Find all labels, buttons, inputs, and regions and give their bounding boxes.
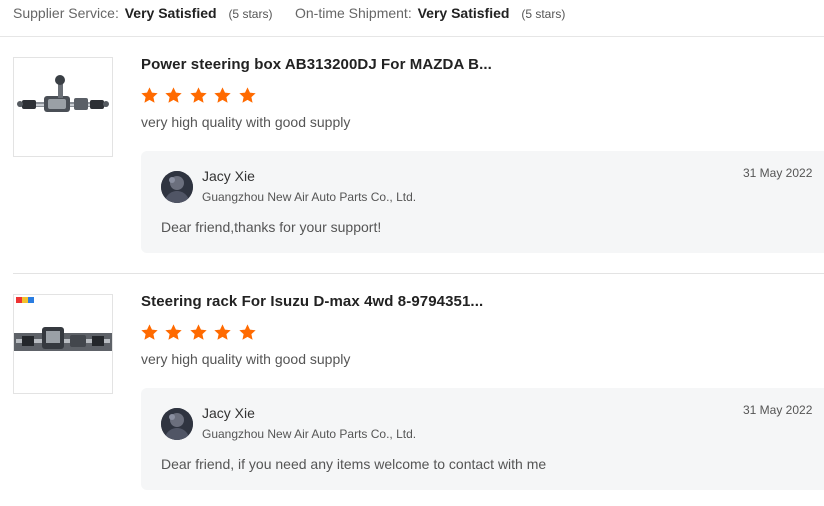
reply-date: 31 May 2022	[743, 403, 813, 417]
supplier-service-value: Very Satisfied	[124, 5, 217, 21]
star-icon	[213, 323, 232, 347]
reply-date: 31 May 2022	[743, 166, 813, 180]
reply-text: Dear friend,thanks for your support!	[161, 219, 382, 235]
reply-text: Dear friend, if you need any items welco…	[161, 456, 547, 472]
star-icon	[189, 323, 208, 347]
supplier-service-rating: Supplier Service: Very Satisfied (5 star…	[13, 5, 272, 21]
replier-company: Guangzhou New Air Auto Parts Co., Ltd.	[202, 427, 417, 441]
star-icon	[238, 323, 257, 347]
supplier-service-stars-note: (5 stars)	[228, 7, 273, 21]
steering-rack-image	[14, 295, 112, 393]
user-avatar-image	[161, 171, 193, 203]
star-icon	[164, 323, 183, 347]
user-avatar-image	[161, 408, 193, 440]
replier-name: Jacy Xie	[202, 405, 255, 421]
supplier-service-label: Supplier Service:	[13, 5, 119, 21]
replier-company: Guangzhou New Air Auto Parts Co., Ltd.	[202, 190, 417, 204]
avatar	[161, 408, 193, 440]
star-icon	[213, 86, 232, 110]
steering-rack-image	[14, 58, 112, 156]
product-thumbnail[interactable]	[13, 57, 113, 157]
star-icon	[189, 86, 208, 110]
review-comment: very high quality with good supply	[141, 114, 351, 130]
product-title[interactable]: Power steering box AB313200DJ For MAZDA …	[141, 56, 492, 73]
star-icon	[164, 86, 183, 110]
shipment-value: Very Satisfied	[417, 5, 510, 21]
review-divider	[13, 273, 824, 274]
supplier-reply: Jacy Xie Guangzhou New Air Auto Parts Co…	[141, 388, 824, 490]
star-rating	[140, 323, 258, 343]
star-icon	[238, 86, 257, 110]
star-rating	[140, 86, 258, 106]
rating-summary: Supplier Service: Very Satisfied (5 star…	[0, 0, 824, 37]
shipment-stars-note: (5 stars)	[521, 7, 566, 21]
supplier-reply: Jacy Xie Guangzhou New Air Auto Parts Co…	[141, 151, 824, 253]
avatar	[161, 171, 193, 203]
replier-name: Jacy Xie	[202, 168, 255, 184]
shipment-rating: On-time Shipment: Very Satisfied (5 star…	[295, 5, 565, 21]
product-thumbnail[interactable]	[13, 294, 113, 394]
star-icon	[140, 86, 159, 110]
star-icon	[140, 323, 159, 347]
product-title[interactable]: Steering rack For Isuzu D-max 4wd 8-9794…	[141, 293, 483, 310]
shipment-label: On-time Shipment:	[295, 5, 412, 21]
review-comment: very high quality with good supply	[141, 351, 351, 367]
